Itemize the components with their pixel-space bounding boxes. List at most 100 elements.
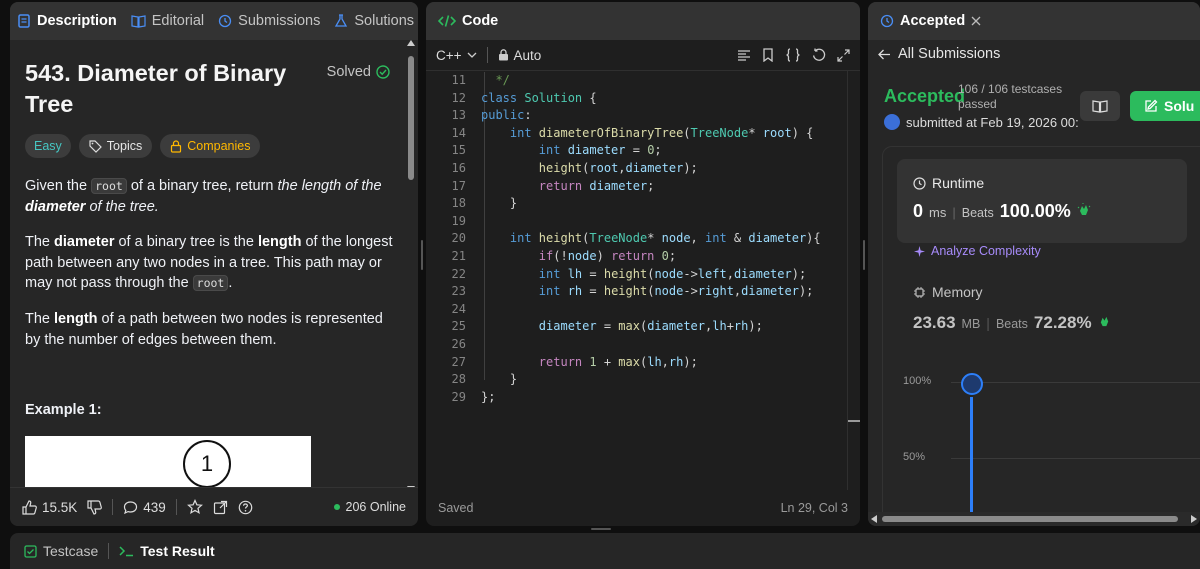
back-to-submissions[interactable]: All Submissions: [868, 40, 1200, 68]
code-editor[interactable]: 11 */12 class Solution {13 public: 14 int d…: [426, 70, 848, 410]
code-line: 14 int diameterOfBinaryTree(TreeNode* ro…: [426, 125, 848, 143]
bold-text: length: [54, 311, 98, 327]
code-token: root: [762, 125, 792, 140]
code-token: height: [538, 231, 583, 246]
solution-button[interactable]: Solu: [1130, 91, 1200, 121]
horizontal-scrollbar[interactable]: [868, 512, 1200, 526]
panel-resize-handle[interactable]: [863, 240, 865, 270]
difficulty-badge: Easy: [25, 134, 71, 158]
panel-resize-handle[interactable]: [421, 240, 423, 270]
tag-icon: [89, 139, 102, 153]
bookmark-icon[interactable]: [762, 48, 774, 62]
code-line: 27 return 1 + max(lh,rh);: [426, 354, 848, 372]
code-line: 17 return diameter;: [426, 178, 848, 196]
code-token: {: [589, 90, 597, 105]
bold-text: diameter: [54, 234, 115, 250]
line-number: 28: [451, 372, 466, 387]
reset-icon[interactable]: [812, 48, 826, 62]
code-text: public:: [481, 107, 532, 125]
scroll-thumb[interactable]: [882, 516, 1178, 522]
code-text: int diameter = 0;: [481, 142, 662, 160]
share-icon[interactable]: [213, 500, 228, 515]
runtime-card[interactable]: Runtime 0 ms | Beats 100.00% Analyze Com…: [897, 159, 1187, 258]
distribution-bar: [970, 397, 973, 519]
code-text: };: [481, 389, 495, 407]
code-token: };: [481, 389, 496, 404]
scroll-up-arrow[interactable]: [407, 40, 415, 46]
expand-icon[interactable]: [837, 48, 850, 62]
testcase-summary: 106 / 106 testcases passed: [958, 82, 1062, 112]
description-paragraph: The length of a path between two nodes i…: [25, 309, 400, 350]
help-icon[interactable]: [238, 500, 253, 515]
runtime-label: Runtime: [932, 175, 985, 191]
runtime-heading: Runtime: [913, 175, 984, 191]
memory-percentile: 72.28%: [1033, 313, 1092, 332]
braces-icon[interactable]: [785, 48, 801, 62]
code-token: left: [697, 266, 727, 281]
code-token: diameter: [647, 319, 705, 334]
console-bar: Testcase Test Result: [10, 533, 1200, 569]
tab-solutions[interactable]: Solutions: [327, 2, 418, 40]
distribution-chart[interactable]: 100% 50%: [903, 369, 1200, 519]
line-number: 15: [451, 143, 466, 158]
tab-submissions[interactable]: Submissions: [211, 2, 327, 40]
scroll-thumb[interactable]: [408, 56, 414, 180]
companies-button[interactable]: Companies: [160, 134, 261, 158]
code-token: diameterOfBinaryTree: [538, 125, 684, 140]
code-line: 11 */: [426, 72, 848, 90]
comments-button[interactable]: 439: [123, 500, 166, 515]
memory-heading[interactable]: Memory: [913, 284, 983, 300]
code-text: }: [481, 371, 517, 389]
bottom-panel-resize-handle[interactable]: [591, 528, 611, 530]
tab-submissions-label: Submissions: [238, 13, 321, 29]
comment-icon: [123, 500, 138, 515]
text: Given the: [25, 178, 92, 194]
scroll-left-arrow[interactable]: [871, 515, 877, 523]
problem-title[interactable]: 543. Diameter of Binary Tree: [25, 58, 315, 120]
code-token: int: [481, 266, 568, 281]
lock-icon: [170, 139, 182, 153]
format-align-icon[interactable]: [737, 49, 751, 62]
description-paragraph: The diameter of a binary tree is the len…: [25, 232, 400, 294]
tab-description[interactable]: Description: [10, 2, 124, 40]
code-line: 15 int diameter = 0;: [426, 142, 848, 160]
tab-editorial[interactable]: Editorial: [124, 2, 211, 40]
auto-label: Auto: [513, 47, 542, 63]
y-tick-label: 100%: [903, 375, 932, 387]
editorial-button[interactable]: [1080, 91, 1120, 121]
code-token: ){: [806, 231, 821, 246]
line-number: 14: [451, 125, 466, 140]
scroll-right-arrow[interactable]: [1191, 515, 1197, 523]
topics-button[interactable]: Topics: [78, 134, 153, 158]
code-token: max: [618, 354, 640, 369]
close-icon[interactable]: [971, 16, 981, 26]
description-scrollbar[interactable]: [406, 40, 416, 492]
code-token: (!: [553, 249, 568, 263]
language-select[interactable]: C++: [436, 48, 477, 63]
dislike-button[interactable]: [87, 499, 103, 515]
line-number: 12: [451, 90, 466, 105]
tab-testcase[interactable]: Testcase: [24, 543, 98, 559]
star-icon[interactable]: [186, 499, 203, 515]
code-token: ;: [647, 178, 655, 193]
tab-code[interactable]: Code: [426, 2, 505, 40]
editor-scrollbar[interactable]: [847, 70, 860, 490]
code-text: return diameter;: [481, 178, 655, 196]
testcase-passed: passed: [958, 97, 997, 111]
analyze-complexity-link[interactable]: Analyze Complexity: [913, 244, 1041, 258]
code-token: class: [481, 90, 525, 105]
code-token: node: [654, 284, 684, 299]
code-token: return: [481, 354, 590, 369]
memory-result: 23.63 MB | Beats 72.28%: [913, 313, 1111, 333]
auto-mode-toggle[interactable]: Auto: [498, 47, 542, 63]
code-token: node: [661, 231, 691, 246]
tab-accepted[interactable]: Accepted: [868, 2, 988, 40]
code-token: diameter: [481, 319, 597, 334]
code-token: diameter: [741, 284, 799, 299]
tab-test-result[interactable]: Test Result: [119, 543, 215, 559]
solution-label: Solu: [1164, 98, 1195, 114]
code-token: ,: [690, 231, 705, 246]
like-button[interactable]: 15.5K: [22, 500, 77, 515]
back-label: All Submissions: [898, 46, 1001, 62]
runtime-value: 0: [913, 201, 924, 221]
